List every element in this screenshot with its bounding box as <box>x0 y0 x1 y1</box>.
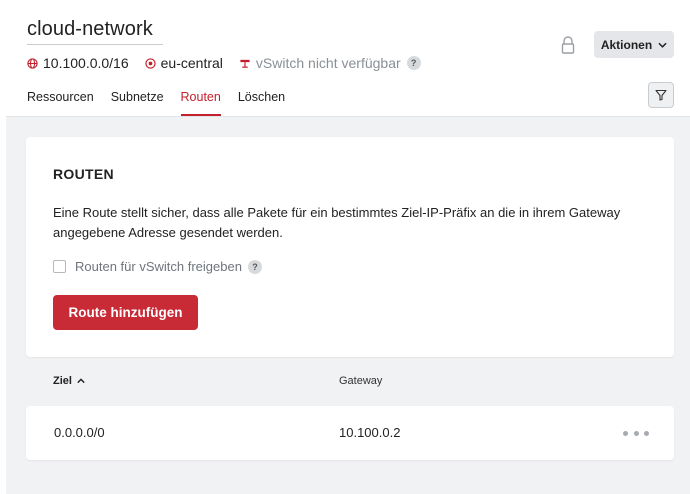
tab-ressourcen[interactable]: Ressourcen <box>27 90 94 116</box>
page-title: cloud-network <box>27 18 163 45</box>
tab-routen[interactable]: Routen <box>180 90 222 116</box>
more-dots-icon[interactable] <box>623 427 649 439</box>
help-icon[interactable]: ? <box>406 56 421 70</box>
column-header-ziel-label: Ziel <box>53 375 72 387</box>
zone: eu-central <box>144 55 223 71</box>
location-icon <box>144 57 156 69</box>
add-route-button[interactable]: Route hinzufügen <box>53 295 198 330</box>
page-header: cloud-network 10.100.0.0/16 eu-central v… <box>0 0 690 116</box>
routes-card: ROUTEN Eine Route stellt sicher, dass al… <box>26 137 674 357</box>
network-meta: 10.100.0.0/16 eu-central vSwitch nicht v… <box>27 54 437 72</box>
vswitch-share-checkbox[interactable] <box>53 260 66 273</box>
vswitch-status-text: vSwitch nicht verfügbar <box>255 55 401 71</box>
vswitch-icon <box>240 59 250 68</box>
vswitch-share-option: Routen für vSwitch freigeben ? <box>53 259 262 274</box>
column-header-ziel[interactable]: Ziel <box>53 375 85 387</box>
tab-bar: Ressourcen Subnetze Routen Löschen <box>27 90 302 116</box>
routes-card-description: Eine Route stellt sicher, dass alle Pake… <box>53 205 621 240</box>
actions-label: Aktionen <box>600 37 653 52</box>
tab-loeschen[interactable]: Löschen <box>238 90 285 116</box>
vswitch-share-label[interactable]: Routen für vSwitch freigeben <box>75 259 242 274</box>
route-gateway: 10.100.0.2 <box>339 425 401 440</box>
lock-icon[interactable] <box>560 36 576 54</box>
table-row[interactable]: 0.0.0.0/0 10.100.0.2 <box>26 406 674 460</box>
route-destination: 0.0.0.0/0 <box>54 425 105 440</box>
ip-range: 10.100.0.0/16 <box>27 55 129 71</box>
column-header-gateway[interactable]: Gateway <box>339 375 382 387</box>
chevron-up-icon <box>77 378 85 384</box>
routes-card-title: ROUTEN <box>53 166 114 182</box>
column-header-gateway-label: Gateway <box>339 375 383 387</box>
globe-icon <box>27 57 38 69</box>
ip-range-value: 10.100.0.0/16 <box>43 55 129 71</box>
filter-button[interactable] <box>648 82 674 108</box>
vswitch-status: vSwitch nicht verfügbar ? <box>239 55 421 71</box>
actions-button[interactable]: Aktionen <box>594 31 674 58</box>
help-icon[interactable]: ? <box>247 259 262 274</box>
zone-value: eu-central <box>160 55 223 71</box>
filter-icon <box>655 89 667 101</box>
chevron-down-icon <box>658 42 667 48</box>
tab-subnetze[interactable]: Subnetze <box>111 90 164 116</box>
